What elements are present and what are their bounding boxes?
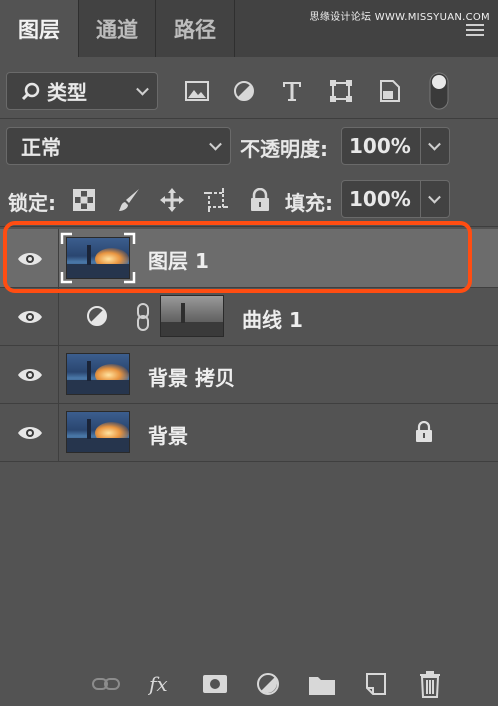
panel-tab-bar: 图层 通道 路径 思缘设计论坛 WWW.MISSYUAN.COM [0,0,498,57]
layer-mask-thumbnail [160,295,224,337]
new-layer-icon[interactable] [364,672,388,696]
layer-name: 曲线 1 [242,308,303,332]
opacity-input[interactable]: 100% [341,127,421,165]
filter-type-label: 类型 [47,80,87,105]
separator [0,118,498,119]
tab-layers[interactable]: 图层 [0,0,78,57]
layer-row[interactable]: 背景 [0,404,498,462]
filter-toggle-icon[interactable] [429,72,449,110]
blend-mode-label: 正常 [21,135,61,160]
opacity-value: 100% [349,134,411,158]
blend-mode-dropdown[interactable]: 正常 [6,127,231,165]
lock-label: 锁定: [8,191,56,215]
lock-all-icon[interactable] [248,187,272,213]
highlight-outline [3,221,472,293]
fill-dropdown-button[interactable] [420,180,450,218]
chain-link-icon[interactable] [135,302,151,332]
shape-filter-icon[interactable] [328,79,354,103]
eye-icon [18,369,42,381]
visibility-toggle[interactable] [0,346,59,403]
fx-icon[interactable]: fx [148,672,174,696]
eye-icon [18,427,42,439]
chevron-down-icon [428,190,441,204]
tab-layers-label: 图层 [18,17,60,42]
lock-transparent-pixels-icon[interactable] [72,188,96,212]
opacity-label: 不透明度: [240,137,328,161]
image-filter-icon[interactable] [184,80,210,102]
layer-thumbnail [66,353,130,395]
chevron-down-icon [428,137,441,151]
layer-name: 背景 拷贝 [148,366,235,390]
layer-name: 背景 [148,424,188,448]
chevron-down-icon [136,82,149,96]
eye-icon [18,311,42,323]
layer-thumbnail [66,411,130,453]
new-adjustment-icon[interactable] [256,672,280,696]
tab-paths[interactable]: 路径 [156,0,234,57]
lock-image-pixels-icon[interactable] [116,186,142,214]
lock-artboard-icon[interactable] [202,186,230,214]
panel-menu-icon[interactable] [466,24,484,36]
fill-input[interactable]: 100% [341,180,421,218]
visibility-toggle[interactable] [0,288,59,345]
chevron-down-icon [209,137,222,151]
bottom-toolbar: fx [0,664,498,706]
lock-position-icon[interactable] [158,186,186,214]
link-layers-icon[interactable] [92,676,120,692]
svg-text:fx: fx [148,672,168,696]
new-group-icon[interactable] [308,674,336,696]
tab-channels-label: 通道 [96,17,138,42]
visibility-toggle[interactable] [0,404,59,461]
filter-type-dropdown[interactable]: 类型 [6,72,158,110]
add-mask-icon[interactable] [202,674,228,694]
type-filter-icon[interactable] [280,78,304,104]
fill-label: 填充: [285,191,333,215]
smart-object-filter-icon[interactable] [378,79,402,103]
watermark: 思缘设计论坛 WWW.MISSYUAN.COM [309,12,490,23]
tab-divider [234,0,235,57]
layer-row[interactable]: 背景 拷贝 [0,346,498,404]
opacity-dropdown-button[interactable] [420,127,450,165]
fill-value: 100% [349,187,411,211]
tab-channels[interactable]: 通道 [79,0,155,57]
tab-paths-label: 路径 [174,17,216,42]
adjustment-filter-icon[interactable] [232,79,256,103]
delete-layer-icon[interactable] [418,670,442,698]
layer-row[interactable]: 曲线 1 [0,288,498,346]
lock-icon [416,421,432,442]
adjustment-layer-icon [87,306,107,326]
search-icon [21,82,40,101]
